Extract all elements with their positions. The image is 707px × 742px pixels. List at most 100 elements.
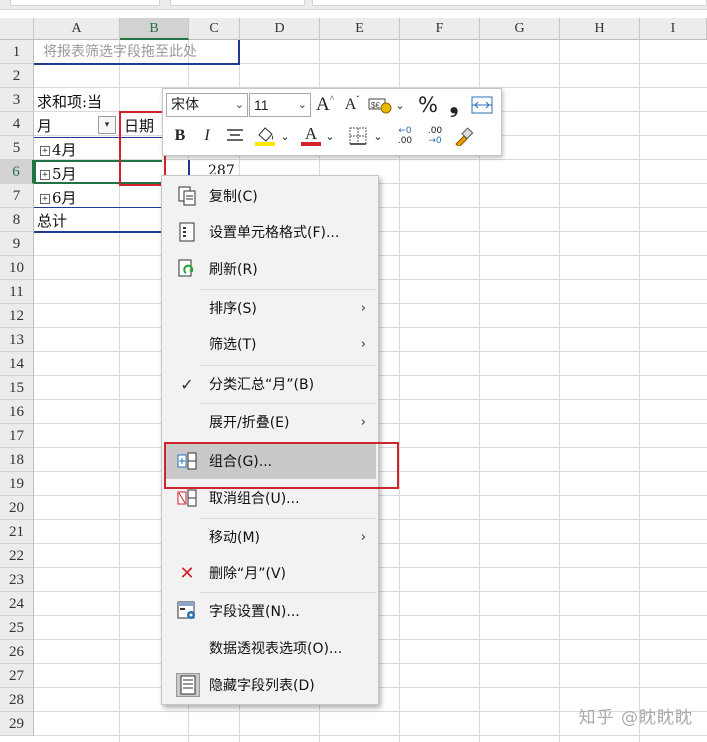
align-center-icon <box>227 129 243 141</box>
column-header-d[interactable]: D <box>240 18 320 40</box>
tab-placeholder[interactable] <box>312 0 707 6</box>
column-header-h[interactable]: H <box>560 18 640 40</box>
column-header-b[interactable]: B <box>120 18 189 40</box>
row-header-14[interactable]: 14 <box>0 352 34 376</box>
chevron-down-icon[interactable]: ⌄ <box>324 123 336 149</box>
expand-plus-icon[interactable]: + <box>40 194 50 204</box>
font-name-value: 宋体 <box>171 97 199 113</box>
column-header-e[interactable]: E <box>320 18 400 40</box>
fill-color-button[interactable] <box>253 121 277 149</box>
row-header-4[interactable]: 4 <box>0 112 34 136</box>
menu-item-copy[interactable]: 复制(C) <box>164 178 376 214</box>
borders-button[interactable] <box>346 123 370 149</box>
row-header-26[interactable]: 26 <box>0 640 34 664</box>
column-header-a[interactable]: A <box>34 18 120 40</box>
row-header-11[interactable]: 11 <box>0 280 34 304</box>
row-header-7[interactable]: 7 <box>0 184 34 208</box>
row-header-12[interactable]: 12 <box>0 304 34 328</box>
grow-font-button[interactable]: A ^ <box>313 93 337 117</box>
row-header-6[interactable]: 6 <box>0 160 34 184</box>
pivot-row-field-month[interactable]: 月 <box>37 115 52 136</box>
pivot-row-may[interactable]: +5月 <box>40 163 77 184</box>
menu-item-pivot-options[interactable]: 数据透视表选项(O)... <box>164 630 376 666</box>
chevron-down-icon[interactable]: ⌄ <box>298 94 307 116</box>
chevron-down-icon[interactable]: ⌄ <box>235 94 244 116</box>
menu-item-format-cells[interactable]: 设置单元格格式(F)... <box>164 214 376 250</box>
menu-item-label: 取消组合(U)... <box>209 491 300 507</box>
number-format-button[interactable]: $€ <box>367 93 393 117</box>
pivot-row-apr[interactable]: +4月 <box>40 139 77 160</box>
row-header-23[interactable]: 23 <box>0 568 34 592</box>
column-header-f[interactable]: F <box>400 18 480 40</box>
row-header-24[interactable]: 24 <box>0 592 34 616</box>
svg-text:$€: $€ <box>371 101 380 110</box>
row-header-29[interactable]: 29 <box>0 712 34 736</box>
chevron-down-icon[interactable]: ⌄ <box>372 123 384 149</box>
percent-style-button[interactable]: % <box>416 93 440 117</box>
menu-item-subtotal-month[interactable]: ✓ 分类汇总“月”(B) <box>164 366 376 402</box>
filter-dropdown-button[interactable]: ▾ <box>98 116 116 134</box>
expand-plus-icon[interactable]: + <box>40 170 50 180</box>
center-align-button[interactable] <box>223 123 247 149</box>
pivot-sum-label[interactable]: 求和项:当 <box>37 91 102 112</box>
pivot-filter-drop-hint[interactable]: 将报表筛选字段拖至此处 <box>43 41 197 61</box>
chevron-down-icon[interactable]: ⌄ <box>394 93 406 117</box>
menu-item-expand-collapse[interactable]: 展开/折叠(E) › <box>164 404 376 440</box>
row-header-1[interactable]: 1 <box>0 40 34 64</box>
merge-center-button[interactable] <box>469 93 495 117</box>
menu-item-filter[interactable]: 筛选(T) › <box>164 326 376 362</box>
chevron-down-icon[interactable]: ⌄ <box>279 123 291 149</box>
menu-item-delete-month[interactable]: ✕ 删除“月”(V) <box>164 555 376 591</box>
bold-button[interactable]: B <box>169 123 191 149</box>
row-header-25[interactable]: 25 <box>0 616 34 640</box>
row-header-16[interactable]: 16 <box>0 400 34 424</box>
pivot-total-border <box>34 207 162 208</box>
row-header-21[interactable]: 21 <box>0 520 34 544</box>
menu-item-field-settings[interactable]: 字段设置(N)... <box>164 593 376 629</box>
row-header-19[interactable]: 19 <box>0 472 34 496</box>
font-size-combo[interactable]: 11 ⌄ <box>249 93 311 117</box>
chevron-right-icon: › <box>360 300 366 316</box>
row-header-15[interactable]: 15 <box>0 376 34 400</box>
comma-icon: ❟ <box>449 92 459 118</box>
borders-icon <box>349 127 367 145</box>
row-header-8[interactable]: 8 <box>0 208 34 232</box>
row-header-27[interactable]: 27 <box>0 664 34 688</box>
pivot-row-jun[interactable]: +6月 <box>40 187 77 208</box>
row-header-5[interactable]: 5 <box>0 136 34 160</box>
pivot-grand-total[interactable]: 总计 <box>37 210 67 231</box>
menu-item-refresh[interactable]: 刷新(R) <box>164 251 376 287</box>
font-color-button[interactable]: A <box>299 121 323 149</box>
font-name-combo[interactable]: 宋体 ⌄ <box>166 93 248 117</box>
row-header-22[interactable]: 22 <box>0 544 34 568</box>
tab-placeholder[interactable] <box>10 0 160 6</box>
menu-item-move[interactable]: 移动(M) › <box>164 519 376 555</box>
cell-c6-value[interactable]: 287 <box>208 163 235 174</box>
menu-item-hide-field-list[interactable]: 隐藏字段列表(D) <box>164 667 376 703</box>
shrink-font-button[interactable]: Aˇ <box>340 93 364 117</box>
menu-item-sort[interactable]: 排序(S) › <box>164 290 376 326</box>
row-header-3[interactable]: 3 <box>0 88 34 112</box>
row-header-17[interactable]: 17 <box>0 424 34 448</box>
column-header-c[interactable]: C <box>189 18 240 40</box>
row-header-2[interactable]: 2 <box>0 64 34 88</box>
tab-placeholder[interactable] <box>170 0 305 6</box>
row-header-13[interactable]: 13 <box>0 328 34 352</box>
row-header-18[interactable]: 18 <box>0 448 34 472</box>
field-list-icon <box>176 673 200 697</box>
decrease-decimal-button[interactable]: .00 →0 <box>421 123 449 149</box>
column-header-g[interactable]: G <box>480 18 560 40</box>
column-header-i[interactable]: I <box>640 18 707 40</box>
format-painter-button[interactable] <box>451 123 477 149</box>
caret-down-icon: ˇ <box>356 94 360 104</box>
row-header-10[interactable]: 10 <box>0 256 34 280</box>
increase-decimal-button[interactable]: ←0.00 <box>391 123 419 149</box>
expand-plus-icon[interactable]: + <box>40 146 50 156</box>
row-header-9[interactable]: 9 <box>0 232 34 256</box>
field-settings-icon <box>176 600 198 622</box>
select-all-corner[interactable] <box>0 18 34 40</box>
row-header-20[interactable]: 20 <box>0 496 34 520</box>
row-header-28[interactable]: 28 <box>0 688 34 712</box>
italic-button[interactable]: I <box>196 123 218 149</box>
comma-style-button[interactable]: ❟ <box>443 92 465 118</box>
